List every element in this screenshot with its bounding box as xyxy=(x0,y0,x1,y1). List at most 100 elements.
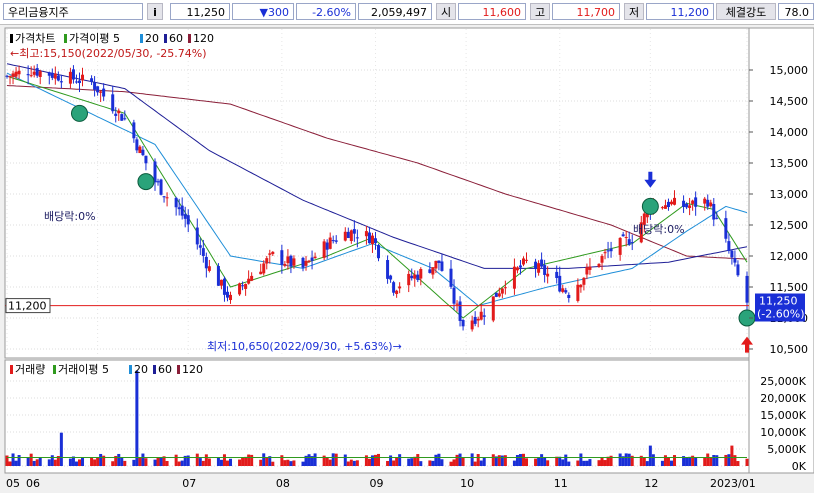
candle-body xyxy=(703,198,707,204)
candle-body xyxy=(416,274,420,280)
legend-swatch xyxy=(164,34,167,43)
candle-body xyxy=(461,319,465,327)
volume-bar xyxy=(138,457,142,466)
volume-bar xyxy=(283,460,287,466)
volume-bar xyxy=(736,461,740,466)
candle-body xyxy=(555,271,559,278)
legend-label: 20 xyxy=(134,363,148,376)
candle-body xyxy=(630,242,634,244)
candle-body xyxy=(603,252,607,254)
candle-body xyxy=(174,197,178,208)
volume-bar xyxy=(537,457,541,466)
stock-chart[interactable]: 11,200 가격차트 가격이평 5 20 60 120 거래량 거래이평 5 20 60 12… xyxy=(0,0,814,493)
volume-bar xyxy=(476,454,480,466)
volume-bar xyxy=(244,456,248,466)
candle-body xyxy=(558,275,562,292)
candle-body xyxy=(567,294,571,298)
candle-body xyxy=(525,259,529,261)
volume-bar xyxy=(597,460,601,466)
candle-body xyxy=(479,311,483,320)
volume-bar xyxy=(576,460,580,466)
volume-tick-label: 5,000K xyxy=(767,443,806,456)
candle-body xyxy=(431,267,435,275)
price-tick-label: 10,500 xyxy=(770,343,809,356)
legend-swatch xyxy=(177,365,180,374)
candle-body xyxy=(579,284,583,288)
volume-bar xyxy=(292,460,296,466)
volume-bar xyxy=(349,459,353,466)
candle-body xyxy=(283,264,287,266)
candle-body xyxy=(141,149,145,156)
volume-bar xyxy=(50,455,54,466)
volume-bar xyxy=(229,458,233,466)
volume-bar xyxy=(386,460,390,466)
candle-body xyxy=(349,230,353,241)
candle-body xyxy=(709,202,713,207)
volume-bar xyxy=(11,453,15,466)
volume-bar xyxy=(225,460,229,466)
volume-bar xyxy=(141,453,145,466)
reference-line-label: 11,200 xyxy=(8,300,47,313)
volume-bar xyxy=(588,459,592,466)
candle-body xyxy=(434,260,438,269)
candle-body xyxy=(512,266,516,289)
current-price-tag-value: 11,250 xyxy=(759,295,798,308)
candle-body xyxy=(688,205,692,209)
candle-body xyxy=(38,71,42,77)
volume-bar xyxy=(198,458,202,466)
candle-body xyxy=(624,237,628,239)
price-panel[interactable] xyxy=(4,27,750,359)
candle-body xyxy=(156,181,160,183)
volume-bar xyxy=(367,458,371,466)
candle-body xyxy=(473,316,477,324)
candle-body xyxy=(730,250,734,258)
volume-bar xyxy=(153,459,157,466)
candle-body xyxy=(582,277,586,285)
volume-bar xyxy=(461,457,465,466)
volume-bar xyxy=(74,461,78,466)
volume-bar xyxy=(355,460,359,466)
volume-bar xyxy=(579,453,583,466)
candle-body xyxy=(482,315,486,317)
marker-circle xyxy=(137,173,155,191)
volume-bar xyxy=(642,457,646,466)
volume-bar xyxy=(606,456,610,466)
volume-bar xyxy=(470,453,474,466)
candle-body xyxy=(162,196,166,198)
legend-swatch xyxy=(188,34,191,43)
candle-body xyxy=(733,258,737,263)
candle-body xyxy=(325,242,329,250)
volume-tick-label: 0K xyxy=(792,460,807,473)
candle-body xyxy=(715,217,719,219)
volume-bar xyxy=(479,460,483,466)
volume-bar xyxy=(132,459,136,466)
volume-bar xyxy=(416,454,420,466)
volume-bar xyxy=(727,454,731,466)
volume-bar xyxy=(627,453,631,466)
candle-body xyxy=(286,256,290,264)
x-tick-label: 08 xyxy=(276,477,290,490)
volume-tick-label: 10,000K xyxy=(760,426,806,439)
candle-body xyxy=(53,73,57,79)
x-tick-label: 2023/01 xyxy=(710,477,756,490)
candle-body xyxy=(35,68,39,76)
candle-body xyxy=(392,282,396,293)
candle-body xyxy=(685,203,689,208)
candle-body xyxy=(600,255,604,263)
candle-body xyxy=(352,229,356,234)
volume-bar xyxy=(35,459,39,466)
volume-bar xyxy=(546,460,550,466)
candle-body xyxy=(355,237,359,239)
candle-body xyxy=(198,245,202,248)
marker-circle xyxy=(641,197,659,215)
volume-bar xyxy=(177,461,181,466)
candle-body xyxy=(229,294,233,301)
candle-body xyxy=(250,275,254,281)
volume-bar xyxy=(651,454,655,466)
candle-body xyxy=(694,197,698,207)
volume-bar xyxy=(17,455,21,466)
candle-body xyxy=(96,86,100,93)
candle-body xyxy=(428,269,432,273)
x-tick-label: 06 xyxy=(26,477,40,490)
candle-body xyxy=(543,265,547,275)
